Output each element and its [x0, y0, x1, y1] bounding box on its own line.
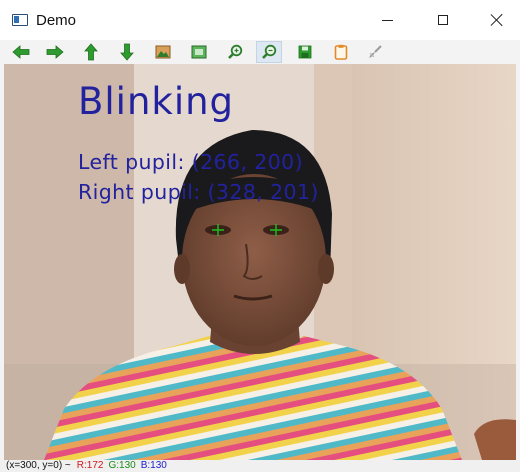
arrow-left-icon — [12, 45, 30, 59]
toolbar — [0, 40, 520, 64]
green-channel-value: G:130 — [108, 460, 136, 471]
red-channel-value: R:172 — [76, 460, 104, 471]
webcam-frame — [4, 64, 516, 460]
window-title: Demo — [36, 12, 77, 29]
settings-button[interactable] — [362, 41, 388, 63]
arrow-down-icon — [120, 43, 134, 61]
maximize-button[interactable] — [420, 0, 466, 40]
zoom-in-button[interactable] — [222, 41, 248, 63]
properties-button[interactable] — [328, 41, 354, 63]
left-pupil-label: Left pupil: (266, 200) — [78, 150, 304, 174]
zoom-out-button[interactable] — [256, 41, 282, 63]
arrow-up-icon — [84, 43, 98, 61]
minimize-button[interactable] — [364, 0, 410, 40]
title-bar[interactable]: Demo — [0, 0, 520, 40]
pan-down-button[interactable] — [114, 41, 140, 63]
pan-up-button[interactable] — [78, 41, 104, 63]
magnifier-plus-icon — [228, 44, 243, 59]
image-canvas[interactable]: Blinking Left pupil: (266, 200) Right pu… — [4, 64, 516, 460]
cursor-position-readout: (x=300, y=0) ~ — [6, 460, 71, 471]
app-window-icon — [12, 14, 28, 26]
brush-icon — [369, 45, 382, 58]
magnifier-minus-icon — [262, 44, 277, 59]
pan-right-button[interactable] — [42, 41, 68, 63]
blue-channel-value: B:130 — [140, 460, 167, 471]
close-icon — [490, 13, 504, 27]
app-window: Demo Blinking Left pupil: (266, 200) Rig… — [0, 0, 520, 472]
arrow-right-icon — [46, 45, 64, 59]
minimize-icon — [381, 19, 393, 21]
zoom-fit-button[interactable] — [150, 41, 176, 63]
blink-status-label: Blinking — [78, 80, 235, 123]
status-bar: (x=300, y=0) ~ R:172 G:130 B:130 — [0, 460, 520, 472]
save-icon — [298, 45, 312, 59]
right-pupil-label: Right pupil: (328, 201) — [78, 180, 319, 204]
close-button[interactable] — [474, 0, 520, 40]
image-icon — [155, 45, 171, 59]
maximize-icon — [438, 15, 448, 25]
zoom-actual-button[interactable] — [186, 41, 212, 63]
save-button[interactable] — [292, 41, 318, 63]
image-frame-icon — [191, 45, 207, 59]
clipboard-icon — [334, 44, 348, 60]
pan-left-button[interactable] — [8, 41, 34, 63]
